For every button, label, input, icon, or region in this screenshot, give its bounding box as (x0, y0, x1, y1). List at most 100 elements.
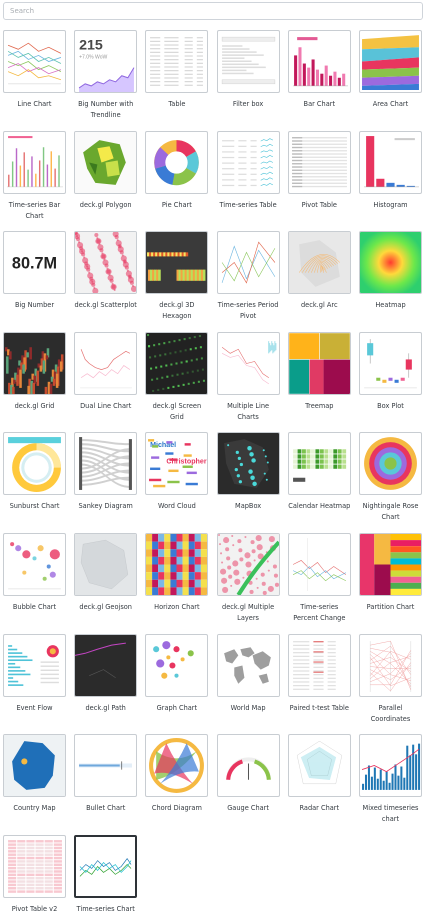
chart-type-card[interactable]: Nightingale Rose Chart (359, 432, 422, 523)
radar-chart-thumbnail (287, 734, 351, 798)
chart-type-card[interactable]: Treemap (287, 331, 351, 412)
chart-type-card[interactable]: Mixed timeseries chart (359, 734, 422, 825)
chart-type-card[interactable]: Bullet Chart (74, 734, 138, 814)
chart-type-label: deck.gl Geojson (79, 603, 132, 611)
timeseries-percent-change-thumbnail (287, 533, 351, 596)
chart-type-card[interactable]: Time-series Period Pivot (216, 231, 280, 322)
chart-type-label: Chord Diagram (151, 804, 202, 813)
chart-type-card[interactable]: Event Flow (3, 633, 66, 714)
search-box[interactable] (3, 2, 423, 20)
chart-type-label: Sunburst Chart (9, 502, 60, 511)
bar-chart-thumbnail (287, 30, 351, 93)
chart-type-card[interactable]: 215 +7.0% WoW Big Number with Trendline (74, 30, 138, 121)
multiple-line-thumbnail (216, 331, 280, 395)
partition-chart-thumbnail (359, 533, 422, 596)
chart-type-label: Area Chart (372, 100, 409, 108)
chart-type-card[interactable]: Bubble Chart (3, 533, 66, 613)
chart-type-label: deck.gl Path (85, 703, 126, 712)
chart-type-card[interactable]: Sankey Diagram (74, 432, 138, 512)
deckgl-grid-thumbnail (3, 331, 66, 395)
chart-type-label: World Map (230, 703, 266, 712)
chart-type-card[interactable]: Time-series Chart (74, 834, 138, 915)
chart-type-card[interactable]: deck.gl Screen Grid (145, 331, 209, 423)
chart-type-label: Histogram (373, 200, 408, 209)
chart-type-card[interactable]: Time-series Bar Chart (3, 130, 66, 222)
search-input[interactable] (10, 7, 416, 15)
chart-type-card[interactable]: MapBox (216, 432, 280, 512)
chart-type-card[interactable]: Histogram (359, 130, 422, 211)
world-map-thumbnail (216, 633, 280, 697)
chart-type-card[interactable]: Filter box (216, 30, 280, 110)
sunburst-thumbnail (3, 432, 66, 496)
treemap-thumbnail (287, 331, 351, 395)
pivot-table-v2-thumbnail (3, 834, 66, 898)
chart-type-card[interactable]: Pie Chart (145, 130, 209, 211)
chart-type-card[interactable]: Box Plot (359, 331, 422, 412)
chart-type-card[interactable]: Pivot Table (287, 130, 351, 211)
chart-type-label: Calendar Heatmap (288, 502, 351, 511)
chart-type-card[interactable]: Calendar Heatmap (287, 432, 351, 512)
line-chart-thumbnail (3, 30, 66, 93)
chart-type-card[interactable]: Multiple Line Charts (216, 331, 280, 423)
chart-type-card[interactable]: Horizon Chart (145, 533, 209, 613)
chart-type-card[interactable]: deck.gl Path (74, 633, 138, 714)
chart-type-card[interactable]: Gauge Chart (216, 734, 280, 814)
chart-type-label: Nightingale Rose Chart (362, 502, 419, 522)
chart-type-card[interactable]: Heatmap (359, 231, 422, 311)
chart-type-card[interactable]: Parallel Coordinates (359, 633, 422, 725)
chart-type-label: Country Map (13, 804, 56, 813)
chart-type-label: Line Chart (17, 100, 52, 108)
chart-type-label: Time-series Period Pivot (217, 301, 279, 321)
chart-type-label: deck.gl Screen Grid (152, 401, 202, 421)
chart-type-card[interactable]: Time-series Table (216, 130, 280, 211)
chart-type-card[interactable]: Line Chart (3, 30, 66, 110)
horizon-chart-thumbnail (145, 533, 209, 596)
parallel-coordinates-thumbnail (359, 633, 422, 697)
chord-diagram-thumbnail (145, 734, 209, 798)
chart-type-label: deck.gl Arc (300, 301, 338, 310)
chart-type-card[interactable]: Area Chart (359, 30, 422, 110)
chart-type-card[interactable]: deck.gl Scatterplot (74, 231, 138, 311)
chart-type-card[interactable]: Bar Chart (287, 30, 351, 110)
chart-type-card[interactable]: Michael Christopher Word Cloud (145, 432, 209, 512)
chart-type-card[interactable]: Partition Chart (359, 533, 422, 613)
chart-type-label: Time-series Bar Chart (8, 200, 61, 220)
chart-type-label: Box Plot (377, 401, 404, 410)
chart-type-label: Paired t-test Table (289, 703, 349, 712)
chart-type-card[interactable]: deck.gl Arc (287, 231, 351, 311)
chart-type-card[interactable]: Dual Line Chart (74, 331, 138, 412)
chart-type-card[interactable]: World Map (216, 633, 280, 714)
deckgl-screen-grid-thumbnail (145, 331, 209, 395)
chart-type-card[interactable]: deck.gl Multiple Layers (216, 533, 280, 624)
sankey-thumbnail (74, 432, 138, 496)
thumbnail-number: 80.7M (12, 255, 57, 273)
mixed-timeseries-thumbnail (359, 734, 422, 798)
chart-type-card[interactable]: Chord Diagram (145, 734, 209, 814)
chart-type-card[interactable]: Paired t-test Table (287, 633, 351, 714)
big-number-thumbnail: 80.7M (3, 231, 66, 295)
chart-type-label: Big Number (14, 301, 55, 310)
chart-type-card[interactable]: deck.gl Geojson (74, 533, 138, 613)
timeseries-chart-thumbnail (74, 834, 138, 898)
chart-type-card[interactable]: Pivot Table v2 (3, 834, 66, 915)
mapbox-thumbnail (216, 432, 280, 496)
pie-chart-thumbnail (145, 130, 209, 194)
chart-type-card[interactable]: 80.7M Big Number (3, 231, 66, 311)
deckgl-path-thumbnail (74, 633, 138, 697)
chart-type-label: Pivot Table (301, 200, 337, 209)
chart-type-card[interactable]: Graph Chart (145, 633, 209, 714)
deckgl-geojson-thumbnail (74, 533, 138, 596)
chart-type-card[interactable]: Sunburst Chart (3, 432, 66, 512)
chart-type-card[interactable]: Time-series Percent Change (287, 533, 351, 624)
chart-type-card[interactable]: Radar Chart (287, 734, 351, 814)
dual-line-thumbnail (74, 331, 138, 395)
chart-type-card[interactable]: deck.gl 3D Hexagon (145, 231, 209, 322)
chart-type-card[interactable]: Table (145, 30, 209, 110)
chart-type-card[interactable]: deck.gl Polygon (74, 130, 138, 211)
chart-type-card[interactable]: Country Map (3, 734, 66, 814)
chart-type-label: Mixed timeseries chart (362, 804, 419, 824)
chart-type-label: Time-series Percent Change (293, 603, 346, 622)
chart-type-label: Heatmap (375, 301, 406, 310)
chart-type-card[interactable]: deck.gl Grid (3, 331, 66, 412)
big-number-trendline-thumbnail: 215 +7.0% WoW (74, 30, 138, 93)
